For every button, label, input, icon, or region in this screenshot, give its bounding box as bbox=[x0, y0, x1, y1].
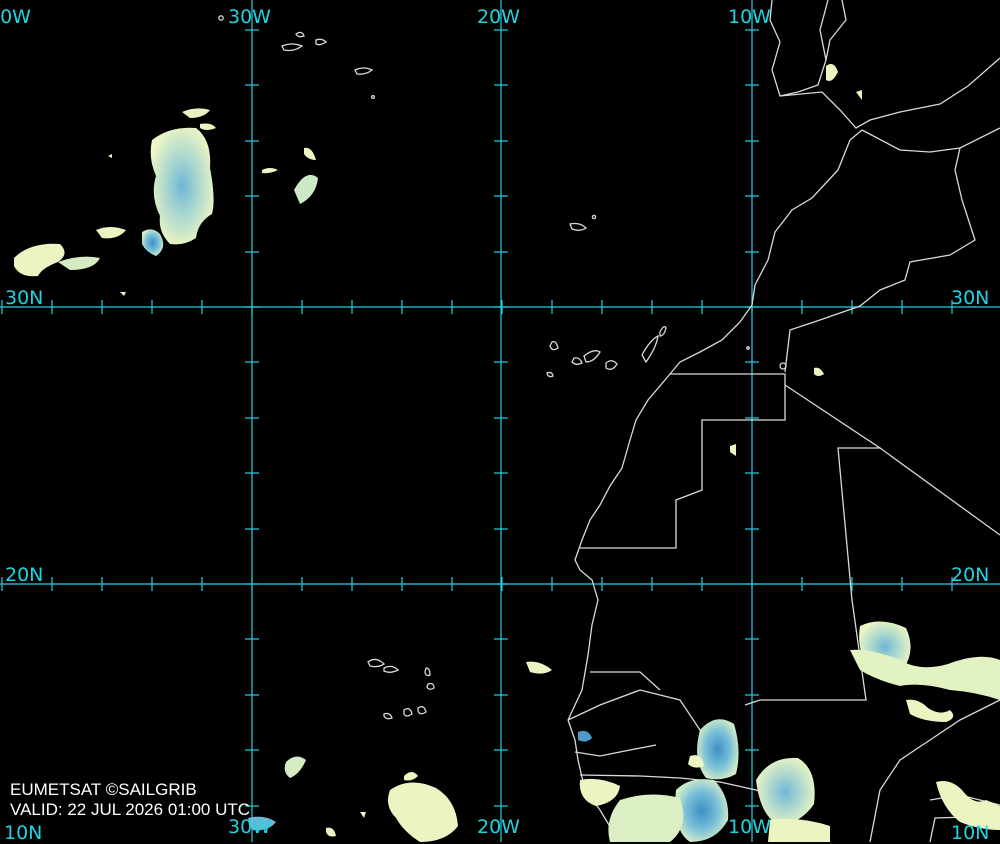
graticule bbox=[0, 0, 1000, 842]
cloud-azores-2 bbox=[142, 229, 164, 256]
cloud-cv-2 bbox=[404, 772, 418, 781]
island-azores-4 bbox=[354, 67, 374, 75]
coast-iberia-south bbox=[779, 57, 1000, 129]
island-cape-verde-5 bbox=[383, 712, 393, 720]
cloud-west-2 bbox=[14, 243, 65, 277]
cloud-speck bbox=[120, 292, 126, 296]
lat-label-10n-right: 10N bbox=[951, 822, 990, 844]
cloud-azores-main bbox=[150, 127, 214, 245]
cloud-cv-1 bbox=[388, 782, 458, 842]
lat-label-20n-right: 20N bbox=[951, 564, 990, 586]
lon-label-30w-bottom: 30W bbox=[228, 816, 271, 838]
lon-label-10w-bottom: 10W bbox=[728, 816, 771, 838]
island-canary-4 bbox=[605, 360, 618, 370]
border-morocco-algeria bbox=[784, 147, 976, 373]
cloud-guinea-4 bbox=[608, 794, 684, 842]
island-azores-2 bbox=[295, 31, 305, 38]
cloud-azores-4 bbox=[200, 123, 216, 130]
lon-label-20w-top: 20W bbox=[477, 6, 520, 28]
island-canary-3 bbox=[583, 350, 601, 363]
island-canary-5 bbox=[641, 334, 659, 364]
credit-text: EUMETSAT ©SAILGRIB bbox=[10, 780, 197, 799]
coastlines bbox=[218, 0, 1000, 842]
border-gambia bbox=[574, 744, 657, 757]
satellite-map bbox=[0, 0, 1000, 842]
island-canary-2 bbox=[571, 357, 583, 365]
cloud-misc-4 bbox=[856, 90, 862, 100]
island-misc-2 bbox=[746, 346, 750, 350]
island-cape-verde-7 bbox=[417, 706, 427, 715]
cloud-guinea-2 bbox=[675, 779, 729, 842]
border-western-sahara bbox=[580, 373, 786, 549]
island-azores-1 bbox=[281, 43, 304, 52]
coast-iberia bbox=[769, 0, 829, 97]
island-azores-3 bbox=[315, 38, 328, 46]
lon-label-40w-top: 40W bbox=[0, 6, 31, 28]
lat-label-30n-right: 30N bbox=[951, 287, 990, 309]
island-cape-verde-4 bbox=[426, 682, 435, 690]
island-azores-6 bbox=[218, 15, 224, 21]
cloud-mid-2 bbox=[304, 147, 316, 160]
island-azores-5 bbox=[370, 94, 376, 100]
valid-time-text: VALID: 22 JUL 2026 01:00 UTC bbox=[10, 800, 251, 819]
border-mauritania-senegal bbox=[567, 689, 711, 761]
cloud-west-4 bbox=[108, 154, 112, 158]
coast-mediterranean bbox=[861, 127, 1000, 153]
lon-label-30w-top: 30W bbox=[228, 6, 271, 28]
border-senegal-south bbox=[590, 671, 661, 691]
island-canary-6 bbox=[659, 326, 667, 337]
island-cape-verde-6 bbox=[403, 708, 413, 717]
island-cape-verde-1 bbox=[367, 658, 386, 668]
cloud-mid-3 bbox=[262, 168, 278, 174]
lon-label-20w-bottom: 20W bbox=[477, 816, 520, 838]
cloud-senegal-2 bbox=[578, 730, 592, 742]
cloud-guinea-6 bbox=[768, 818, 830, 842]
cloud-misc-2 bbox=[814, 367, 824, 376]
lat-label-10n-left: 10N bbox=[4, 822, 43, 844]
cloud-mid-1 bbox=[294, 174, 318, 204]
island-madeira bbox=[569, 222, 588, 231]
cloud-guinea-1 bbox=[697, 719, 739, 780]
cloud-azores-3 bbox=[182, 108, 210, 118]
cloud-cover bbox=[14, 64, 1000, 842]
cloud-misc-3 bbox=[826, 64, 838, 81]
cloud-cv-3 bbox=[284, 756, 306, 778]
lat-label-20n-left: 20N bbox=[5, 564, 44, 586]
cloud-misc-1 bbox=[730, 444, 736, 456]
island-cape-verde-2 bbox=[383, 665, 400, 673]
cloud-west-1 bbox=[96, 227, 126, 239]
cloud-west-3 bbox=[58, 256, 100, 270]
cloud-mali-2 bbox=[850, 649, 1000, 700]
island-madeira-small bbox=[591, 214, 597, 220]
island-canary-7 bbox=[546, 371, 554, 378]
cloud-cv-6 bbox=[360, 812, 366, 818]
coast-morocco bbox=[567, 129, 863, 721]
cloud-cv-5 bbox=[326, 827, 336, 837]
border-algeria-mali bbox=[879, 447, 1000, 536]
lon-label-10w-top: 10W bbox=[728, 6, 771, 28]
graticule-ticks bbox=[1, 29, 953, 807]
cloud-senegal-1 bbox=[526, 661, 552, 674]
island-canary-1 bbox=[549, 340, 559, 351]
border-spain-portugal bbox=[825, 0, 847, 61]
lat-label-30n-left: 30N bbox=[5, 287, 44, 309]
cloud-mali-3 bbox=[906, 699, 954, 722]
cloud-guinea-5 bbox=[579, 778, 620, 806]
island-cape-verde-3 bbox=[424, 667, 431, 677]
